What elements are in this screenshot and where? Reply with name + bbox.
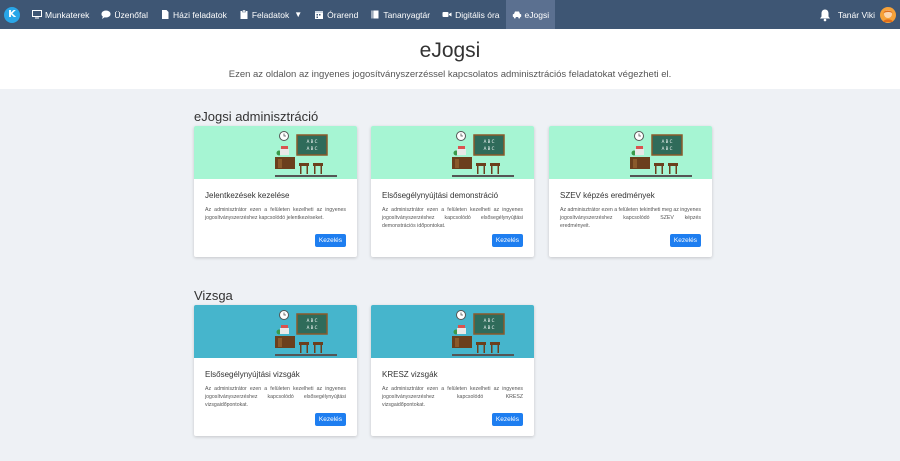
- monitor-icon: [32, 10, 42, 19]
- card-description: Az adminisztrátor ezen a felületen kezel…: [205, 207, 346, 222]
- classroom-illustration-icon: A B C A B C: [275, 131, 337, 177]
- nav-item-label: Digitális óra: [455, 9, 500, 20]
- card-kresz-vizsgak: A B C A B C KRESZ vizsgák Az adminisztrá…: [371, 305, 534, 436]
- nav-item-tananyagtar[interactable]: Tananyagtár: [364, 0, 436, 29]
- top-navbar: K Munkaterek Üzenőfal Házi feladatok Fel…: [0, 0, 900, 29]
- app-logo[interactable]: K: [4, 6, 20, 23]
- kezeles-button[interactable]: Kezelés: [669, 234, 701, 247]
- svg-text:A B C: A B C: [484, 318, 495, 323]
- nav-user-area: Tanár Viki: [818, 0, 900, 29]
- nav-item-label: Órarend: [327, 9, 359, 20]
- card-description: Az adminisztrátor ezen a felületen kezel…: [382, 386, 523, 409]
- chevron-down-icon: ▼: [294, 10, 303, 19]
- page-header: eJogsi Ezen az oldalon az ingyenes jogos…: [0, 29, 900, 89]
- svg-text:A B C: A B C: [662, 146, 673, 151]
- svg-text:A B C: A B C: [484, 146, 495, 151]
- card-elsosegely-demonstracio: A B C A B C Elsősegélynyújtási demonstrá…: [371, 126, 534, 257]
- svg-text:A B C: A B C: [307, 139, 318, 144]
- section-title-administration: eJogsi adminisztráció: [194, 109, 319, 124]
- classroom-illustration-icon: A B C A B C: [452, 310, 514, 356]
- nav-item-label: Üzenőfal: [114, 9, 148, 20]
- card-description: Az adminisztrátor ezen a felületen tekin…: [560, 207, 702, 230]
- clipboard-icon: [240, 10, 248, 19]
- calendar-icon: [315, 11, 324, 19]
- page-subtitle: Ezen az oldalon az ingyenes jogosítványs…: [228, 69, 672, 80]
- nav-item-munkaterek[interactable]: Munkaterek: [26, 0, 95, 29]
- nav-item-hazi-feladatok[interactable]: Házi feladatok: [154, 0, 233, 29]
- nav-item-orarend[interactable]: Órarend: [308, 0, 364, 29]
- card-image: A B C A B C: [194, 126, 357, 179]
- card-description: Az adminisztrátor ezen a felületen kezel…: [382, 207, 523, 230]
- card-jelentkezesek: A B C A B C Jelentkezések kezelése Az ad…: [194, 126, 357, 257]
- card-image: A B C A B C: [194, 305, 357, 358]
- section-title-vizsga: Vizsga: [194, 288, 233, 303]
- chat-icon: [101, 10, 112, 19]
- page-title: eJogsi: [419, 39, 481, 62]
- book-icon: [371, 10, 379, 19]
- user-name[interactable]: Tanár Viki: [838, 10, 875, 20]
- nav-item-feladatok[interactable]: Feladatok ▼: [233, 0, 308, 29]
- classroom-illustration-icon: A B C A B C: [275, 310, 337, 356]
- nav-item-uzenofal[interactable]: Üzenőfal: [95, 0, 154, 29]
- classroom-illustration-icon: A B C A B C: [452, 131, 514, 177]
- card-image: A B C A B C: [549, 126, 712, 179]
- bell-icon[interactable]: [818, 8, 832, 22]
- car-icon: [512, 11, 521, 19]
- card-title: Elsősegélynyújtási demonstráció: [382, 191, 499, 200]
- avatar-icon[interactable]: [880, 6, 896, 23]
- document-icon: [161, 10, 169, 19]
- kezeles-button[interactable]: Kezelés: [491, 413, 523, 426]
- card-title: Jelentkezések kezelése: [205, 191, 290, 200]
- nav-item-label: Házi feladatok: [172, 9, 227, 20]
- kezeles-button[interactable]: Kezelés: [314, 413, 346, 426]
- card-title: KRESZ vizsgák: [382, 370, 438, 379]
- nav-item-digitalis-ora[interactable]: Digitális óra: [436, 0, 505, 29]
- nav-item-label: eJogsi: [524, 9, 550, 20]
- svg-text:A B C: A B C: [307, 325, 318, 330]
- classroom-illustration-icon: A B C A B C: [630, 131, 692, 177]
- svg-text:A B C: A B C: [484, 139, 495, 144]
- card-title: Elsősegélynyújtási vizsgák: [205, 370, 300, 379]
- card-szev-eredmenyek: A B C A B C SZEV képzés eredmények Az ad…: [549, 126, 712, 257]
- card-image: A B C A B C: [371, 305, 534, 358]
- nav-item-ejogsi[interactable]: eJogsi: [505, 0, 556, 29]
- card-elsosegely-vizsgak: A B C A B C Elsősegélynyújtási vizsgák A…: [194, 305, 357, 436]
- svg-text:A B C: A B C: [307, 146, 318, 151]
- card-image: A B C A B C: [371, 126, 534, 179]
- nav-item-label: Tananyagtár: [383, 9, 431, 20]
- svg-text:A B C: A B C: [484, 325, 495, 330]
- kezeles-button[interactable]: Kezelés: [491, 234, 523, 247]
- video-icon: [442, 12, 452, 17]
- kezeles-button[interactable]: Kezelés: [314, 234, 346, 247]
- nav-item-label: Munkaterek: [45, 9, 90, 20]
- card-title: SZEV képzés eredmények: [560, 191, 655, 200]
- svg-text:A B C: A B C: [307, 318, 318, 323]
- nav-item-label: Feladatok: [251, 9, 290, 20]
- card-description: Az adminisztrátor ezen a felületen kezel…: [205, 386, 346, 409]
- svg-text:A B C: A B C: [662, 139, 673, 144]
